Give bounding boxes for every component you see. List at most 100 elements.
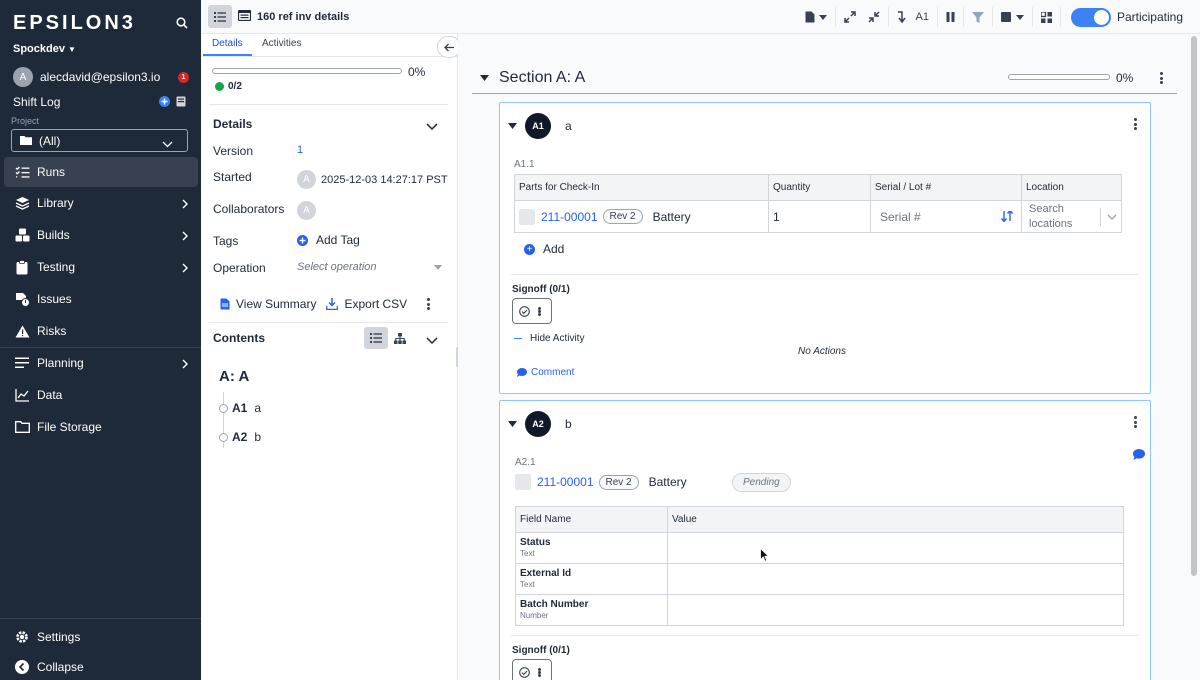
signoff-button[interactable] bbox=[512, 298, 552, 324]
divider bbox=[209, 322, 448, 323]
search-icon[interactable] bbox=[176, 17, 188, 32]
chevron-down-icon[interactable] bbox=[426, 120, 438, 134]
step-header[interactable]: A2 b bbox=[508, 411, 572, 437]
book-icon[interactable] bbox=[176, 96, 186, 110]
add-part-button[interactable]: + Add bbox=[524, 242, 564, 256]
details-heading: Details bbox=[213, 117, 253, 131]
stop-menu-button[interactable] bbox=[995, 0, 1030, 34]
tags-label: Tags bbox=[213, 234, 239, 248]
nav-item-settings[interactable]: Settings bbox=[0, 622, 201, 652]
pause-icon[interactable] bbox=[940, 0, 961, 34]
chevron-down-icon[interactable] bbox=[426, 334, 438, 348]
field-value-input[interactable] bbox=[667, 532, 1124, 564]
operation-select[interactable]: Select operation bbox=[297, 261, 445, 273]
step-card-a1: A1 a A1.1 Parts for Check-In Quantity Se… bbox=[499, 102, 1151, 394]
testing-icon bbox=[14, 259, 30, 275]
comment-button[interactable]: Comment bbox=[517, 367, 574, 378]
location-search-input[interactable]: Search locations bbox=[1026, 202, 1094, 232]
nav-item-builds[interactable]: Builds bbox=[0, 220, 201, 250]
nav-divider bbox=[0, 618, 201, 619]
nav-item-runs[interactable]: Runs bbox=[4, 157, 198, 187]
table-row: 211-00001 Rev 2 Battery 1 Serial # Searc… bbox=[514, 200, 1122, 233]
nav-item-issues[interactable]: Issues bbox=[0, 284, 201, 314]
nav-item-library[interactable]: Library bbox=[0, 188, 201, 218]
user-menu[interactable]: A alecdavid@epsilon3.io bbox=[13, 67, 160, 87]
divider bbox=[209, 104, 448, 105]
mouse-cursor-icon bbox=[760, 547, 770, 565]
signoff-options-icon[interactable] bbox=[535, 666, 545, 679]
nav-item-data[interactable]: Data bbox=[0, 380, 201, 410]
view-summary-button[interactable]: View Summary bbox=[220, 297, 316, 311]
file-menu-button[interactable] bbox=[799, 0, 833, 34]
signoff-button[interactable] bbox=[512, 659, 552, 680]
collapse-all-icon[interactable] bbox=[862, 0, 886, 34]
avatar: A bbox=[13, 67, 33, 87]
version-link[interactable]: 1 bbox=[297, 144, 303, 156]
caret-down-icon bbox=[508, 123, 517, 129]
part-checkbox[interactable] bbox=[519, 208, 535, 225]
table-row: Batch Number Number bbox=[515, 594, 1124, 626]
part-number-link[interactable]: 211-00001 bbox=[541, 210, 598, 224]
app-logo[interactable]: EPSILON3 bbox=[13, 12, 136, 35]
tree-view-button[interactable] bbox=[388, 327, 412, 349]
no-actions-text: No Actions bbox=[798, 346, 846, 357]
document-icon bbox=[220, 298, 230, 310]
workspace-switcher[interactable]: Spockdev ▼ bbox=[13, 43, 76, 55]
column-header: Location bbox=[1021, 174, 1122, 201]
quantity-cell[interactable]: 1 bbox=[768, 200, 871, 233]
tab-details[interactable]: Details bbox=[212, 38, 243, 49]
step-header[interactable]: A1 a bbox=[508, 113, 572, 139]
nav-item-file-storage[interactable]: File Storage bbox=[0, 412, 201, 442]
field-value-input[interactable] bbox=[667, 563, 1124, 595]
column-header: Parts for Check-In bbox=[514, 174, 769, 201]
notification-badge[interactable]: 1 bbox=[178, 72, 189, 83]
nav-item-planning[interactable]: Planning bbox=[0, 348, 201, 378]
project-select[interactable]: (All) bbox=[11, 129, 188, 152]
toc-item-a2[interactable]: A2 b bbox=[219, 430, 261, 444]
table-row: Status Text bbox=[515, 532, 1124, 564]
signoff-label: Signoff (0/1) bbox=[512, 284, 570, 295]
nav-item-testing[interactable]: Testing bbox=[0, 252, 201, 282]
field-value-input[interactable] bbox=[667, 594, 1124, 626]
avatar[interactable]: A bbox=[297, 201, 316, 220]
shift-log-link[interactable]: Shift Log bbox=[13, 95, 60, 109]
nav-item-risks[interactable]: Risks bbox=[0, 316, 201, 346]
more-options-icon[interactable] bbox=[423, 296, 433, 312]
collaborators-value: A bbox=[297, 201, 321, 220]
comment-icon[interactable] bbox=[1133, 449, 1145, 463]
tab-activities[interactable]: Activities bbox=[262, 38, 301, 49]
step-more-options-icon[interactable] bbox=[1130, 116, 1140, 132]
filter-icon[interactable] bbox=[966, 0, 990, 34]
table-header-row: Field Name Value bbox=[515, 506, 1124, 533]
add-tag-button[interactable]: Add Tag bbox=[297, 233, 360, 247]
signoff-options-icon[interactable] bbox=[535, 305, 545, 318]
hide-activity-toggle[interactable]: Hide Activity bbox=[514, 333, 584, 344]
section-more-options-icon[interactable] bbox=[1156, 70, 1166, 86]
section-progress-bar bbox=[1008, 74, 1110, 80]
step-status-circle bbox=[219, 403, 228, 413]
grid-view-icon[interactable] bbox=[1035, 0, 1058, 34]
participating-toggle[interactable] bbox=[1070, 7, 1111, 27]
toggle-sidebar-button[interactable] bbox=[208, 5, 232, 28]
part-number-link[interactable]: 211-00001 bbox=[537, 475, 594, 489]
expand-all-icon[interactable] bbox=[838, 0, 862, 34]
step-more-options-icon[interactable] bbox=[1130, 414, 1140, 430]
serial-input[interactable]: Serial # bbox=[880, 210, 921, 224]
field-name-cell: External Id Text bbox=[515, 563, 668, 595]
section-divider bbox=[472, 93, 1177, 94]
nav-item-label: Library bbox=[37, 196, 74, 210]
export-csv-button[interactable]: Export CSV bbox=[326, 297, 407, 311]
scrollbar[interactable] bbox=[1191, 36, 1197, 576]
divider bbox=[1100, 207, 1101, 226]
section-header[interactable]: Section A: A bbox=[480, 69, 585, 87]
sort-icon[interactable] bbox=[1001, 211, 1013, 222]
folder-icon bbox=[20, 134, 32, 148]
toc-section-title[interactable]: A: A bbox=[219, 368, 249, 385]
jump-to-step-button[interactable]: A1 bbox=[891, 0, 934, 34]
part-checkbox[interactable] bbox=[515, 474, 531, 490]
toc-item-a1[interactable]: A1 a bbox=[219, 401, 261, 415]
chevron-down-icon[interactable] bbox=[1107, 214, 1117, 220]
list-view-button[interactable] bbox=[364, 327, 388, 349]
nav-collapse-button[interactable]: Collapse bbox=[0, 652, 201, 680]
add-shift-log-icon[interactable] bbox=[159, 96, 170, 110]
